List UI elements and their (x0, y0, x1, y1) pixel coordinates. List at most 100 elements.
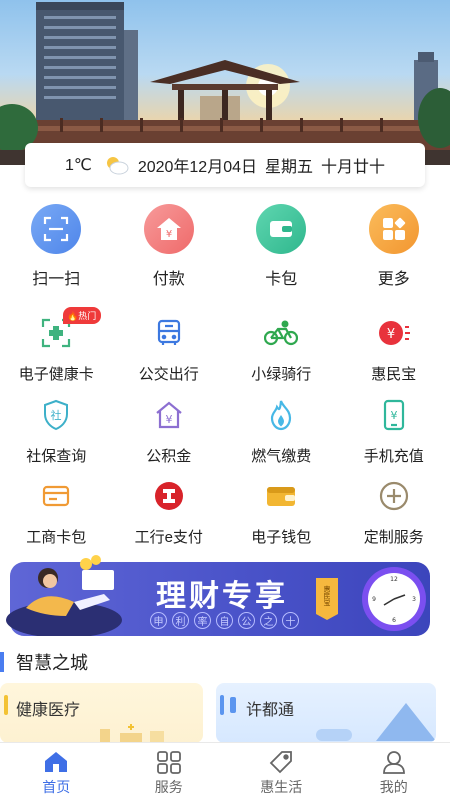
card-title: 健康医疗 (16, 702, 81, 719)
promo-chip: 自 (216, 612, 233, 629)
services-grid-icon (156, 751, 181, 774)
tab-services[interactable]: 服务 (113, 743, 226, 800)
service-label: 电子钱包 (251, 529, 312, 546)
svg-text:3: 3 (412, 596, 416, 603)
service-label: 手机充值 (363, 448, 424, 465)
tab-label: 服务 (154, 779, 183, 795)
icbc-card-icon (39, 479, 73, 513)
quick-action-label: 卡包 (265, 271, 298, 288)
flame-icon (264, 398, 298, 432)
bus-icon (152, 316, 186, 350)
service-housing-fund[interactable]: ¥ 公积金 (113, 398, 226, 466)
partly-cloudy-icon (104, 155, 130, 175)
scan-icon (31, 204, 82, 254)
weather-bar: 1℃ 2020年12月04日 星期五 十月廿十 (25, 143, 425, 187)
services-row-3: 工商卡包 工行e支付 电子钱包 定制服务 (0, 479, 450, 547)
quick-action-label: 付款 (152, 271, 185, 288)
service-label: 小绿骑行 (251, 366, 312, 383)
service-bike[interactable]: 小绿骑行 (225, 316, 338, 384)
tag-shape: 惠民宝 (316, 578, 338, 620)
card-wallet-icon (256, 204, 307, 254)
hot-badge: 🔥热门 (63, 307, 102, 324)
service-social-security[interactable]: 社 社保查询 (0, 398, 113, 466)
svg-text:12: 12 (390, 576, 398, 583)
city-skyline-illustration (230, 697, 436, 741)
service-bus[interactable]: 公交出行 (113, 316, 226, 384)
service-gas[interactable]: 燃气缴费 (225, 398, 338, 466)
price-tag-icon (269, 751, 293, 774)
bike-icon (264, 316, 299, 350)
svg-text:¥: ¥ (390, 409, 397, 422)
promo-title: 理财专享 (156, 579, 288, 614)
more-icon (368, 204, 419, 254)
yen-coin-icon: ¥ (377, 316, 411, 350)
tab-mine[interactable]: 我的 (338, 743, 450, 800)
social-security-shield-icon: 社 (39, 398, 73, 432)
tab-label: 惠生活 (260, 779, 303, 795)
tab-label: 我的 (379, 779, 408, 795)
promo-chip: 十 (282, 612, 299, 629)
svg-text:9: 9 (372, 596, 376, 603)
wallet-icon (264, 479, 298, 513)
user-icon (382, 751, 405, 774)
quick-action-label: 更多 (377, 271, 410, 288)
promo-chip: 之 (260, 612, 277, 629)
hero-banner[interactable] (0, 0, 450, 165)
quick-action-label: 扫一扫 (32, 271, 81, 288)
wealth-promo-banner[interactable]: 理财专享 申 利 率 自 公 之 十 惠民宝 12 3 6 9 (6, 555, 430, 636)
weekday-text: 星期五 (265, 159, 314, 176)
promo-chip: 利 (172, 612, 189, 629)
svg-text:¥: ¥ (387, 327, 395, 342)
service-label: 电子健康卡 (18, 366, 94, 383)
section-accent-bar (0, 652, 4, 672)
city-scene-image (0, 2, 450, 165)
svg-text:6: 6 (392, 617, 396, 624)
service-icbc-epay[interactable]: 工行e支付 (113, 479, 226, 547)
promo-chip: 率 (194, 612, 211, 629)
clock-icon: 12 3 6 9 (362, 567, 426, 631)
service-huiminbao[interactable]: ¥ 惠民宝 (338, 316, 450, 384)
person-lounging-illustration (6, 555, 122, 636)
service-health-card[interactable]: 🔥热门 电子健康卡 (0, 307, 113, 384)
quick-action-more[interactable]: 更多 (338, 204, 450, 289)
promo-chips: 申 利 率 自 公 之 十 (150, 612, 299, 629)
service-e-wallet[interactable]: 电子钱包 (225, 479, 338, 547)
quick-action-scan[interactable]: 扫一扫 (0, 204, 113, 289)
home-icon (45, 752, 68, 772)
service-label: 社保查询 (26, 448, 87, 465)
quick-action-pay[interactable]: ¥ 付款 (113, 204, 226, 289)
housing-fund-icon: ¥ (152, 398, 186, 432)
services-row-1: 🔥热门 电子健康卡 公交出行 小绿骑行 ¥ 惠民宝 (0, 307, 450, 384)
temperature: 1℃ (64, 157, 92, 174)
service-label: 公积金 (146, 448, 192, 465)
card-health-medical[interactable]: 健康医疗 (0, 683, 203, 743)
promo-chip: 公 (238, 612, 255, 629)
phone-recharge-icon: ¥ (377, 398, 411, 432)
icbc-logo-icon (152, 479, 186, 513)
card-xudutong[interactable]: 许都通 (216, 683, 436, 743)
card-accent-bar (4, 695, 8, 715)
service-label: 工行e支付 (134, 529, 203, 546)
svg-text:社: 社 (51, 408, 62, 422)
lunar-date-text: 十月廿十 (321, 159, 386, 176)
service-label: 工商卡包 (26, 529, 87, 546)
service-phone-recharge[interactable]: ¥ 手机充值 (338, 398, 450, 466)
payment-icon: ¥ (143, 204, 194, 254)
bottom-tab-bar: 首页 服务 惠生活 我的 (0, 742, 450, 800)
promo-tag: 惠民宝 (323, 585, 331, 607)
date-text: 2020年12月04日 (137, 159, 258, 176)
promo-chip: 申 (150, 612, 167, 629)
service-custom[interactable]: 定制服务 (338, 479, 450, 547)
service-label: 定制服务 (363, 529, 424, 546)
quick-actions-row: 扫一扫 ¥ 付款 卡包 更多 (0, 204, 450, 289)
tab-hui-life[interactable]: 惠生活 (225, 743, 338, 800)
plus-circle-icon (377, 479, 411, 513)
quick-action-card-wallet[interactable]: 卡包 (225, 204, 338, 289)
service-icbc-card[interactable]: 工商卡包 (0, 479, 113, 547)
section-header-smart-city: 智慧之城 (0, 650, 88, 674)
section-title: 智慧之城 (16, 653, 88, 673)
tab-home[interactable]: 首页 (0, 743, 113, 800)
services-row-2: 社 社保查询 ¥ 公积金 燃气缴费 ¥ 手机充值 (0, 398, 450, 466)
service-label: 公交出行 (138, 366, 199, 383)
hospital-skyline-illustration (100, 724, 164, 743)
